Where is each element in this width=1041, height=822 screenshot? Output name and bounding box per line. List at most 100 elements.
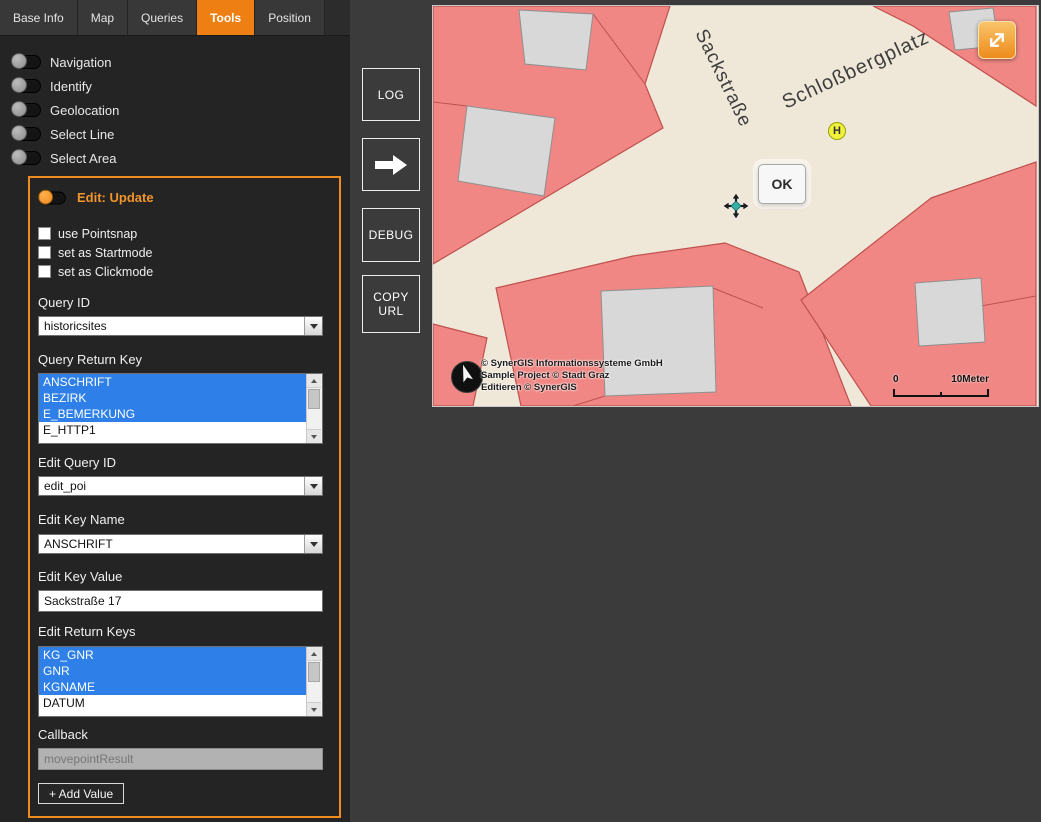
edit-key-value-label: Edit Key Value — [38, 569, 122, 584]
checkbox-row[interactable]: set as Startmode — [38, 243, 153, 262]
scale-distance-label: 10Meter — [951, 374, 989, 385]
listbox-option[interactable]: DATUM — [39, 695, 307, 711]
checkbox[interactable] — [38, 265, 51, 278]
edit-toggle-switch[interactable] — [39, 191, 66, 204]
toggle-knob-icon — [11, 149, 27, 165]
checkbox-list: use Pointsnap set as Startmode set as Cl… — [38, 224, 153, 281]
listbox-option[interactable]: KGNAME — [39, 679, 307, 695]
listbox-option[interactable]: E_HTTP1 — [39, 422, 307, 438]
tool-toggle-row[interactable]: Select Line — [12, 122, 119, 146]
execute-arrow-button[interactable] — [362, 138, 420, 191]
listbox-option[interactable]: E_BEMERKUNG — [39, 406, 307, 422]
query-return-key-listbox[interactable]: ANSCHRIFTBEZIRKE_BEMERKUNGE_HTTP1 — [38, 373, 323, 444]
attribution-line: Sample Project © Stadt Graz — [481, 370, 663, 382]
debug-button[interactable]: DEBUG — [362, 208, 420, 262]
tab[interactable]: Queries — [128, 0, 197, 35]
toggle-switch[interactable] — [12, 127, 41, 141]
toggle-knob-icon — [11, 77, 27, 93]
edit-key-value-input[interactable] — [38, 590, 323, 612]
scrollbar-thumb[interactable] — [308, 389, 320, 409]
edit-query-id-value: edit_poi — [39, 477, 304, 495]
edit-key-name-dropdown[interactable]: ANSCHRIFT — [38, 534, 323, 554]
tab-label: Tools — [210, 11, 241, 25]
checkbox-label: set as Clickmode — [58, 265, 153, 279]
edit-update-panel: Edit: Update use Pointsnap set as Startm… — [28, 176, 341, 818]
attribution-line: © SynerGIS Informationssysteme GmbH — [481, 358, 663, 370]
toggle-switch[interactable] — [12, 151, 41, 165]
listbox-option[interactable]: BEZIRK — [39, 390, 307, 406]
edit-key-name-value: ANSCHRIFT — [39, 535, 304, 553]
map-view[interactable]: Sackstraße Schloßbergplatz H OK — [432, 5, 1039, 407]
tool-label: Select Area — [50, 151, 117, 166]
callback-label: Callback — [38, 727, 88, 742]
callback-input — [38, 748, 323, 770]
checkbox[interactable] — [38, 246, 51, 259]
ok-button[interactable]: OK — [758, 164, 806, 204]
tool-label: Geolocation — [50, 103, 119, 118]
tab-label: Queries — [141, 11, 183, 25]
scrollbar[interactable] — [306, 647, 322, 716]
attribution-line: Editieren © SynerGIS — [481, 382, 663, 394]
edit-key-name-label: Edit Key Name — [38, 512, 125, 527]
toggle-knob-icon — [11, 101, 27, 117]
listbox-option[interactable]: ANSCHRIFT — [39, 374, 307, 390]
move-marker-icon[interactable] — [722, 192, 750, 220]
scroll-down-icon[interactable] — [307, 429, 321, 443]
h-poi-marker[interactable]: H — [828, 122, 846, 140]
query-id-value: historicsites — [39, 317, 304, 335]
dropdown-arrow-icon[interactable] — [304, 535, 322, 553]
listbox-items: KG_GNRGNRKGNAMEDATUM — [39, 647, 307, 716]
scrollbar[interactable] — [306, 374, 322, 443]
scrollbar-thumb[interactable] — [308, 662, 320, 682]
edit-panel-title: Edit: Update — [77, 190, 154, 205]
scroll-up-icon[interactable] — [307, 647, 321, 661]
listbox-option[interactable]: GNR — [39, 663, 307, 679]
listbox-option[interactable]: KG_GNR — [39, 647, 307, 663]
checkbox-label: use Pointsnap — [58, 227, 137, 241]
left-panel: Base Info Map Queries Tools Position — [0, 0, 350, 822]
tool-toggle-row[interactable]: Geolocation — [12, 98, 119, 122]
query-id-dropdown[interactable]: historicsites — [38, 316, 323, 336]
map-attribution: © SynerGIS Informationssysteme GmbH Samp… — [481, 358, 663, 394]
tab-label: Position — [268, 11, 311, 25]
scale-zero-label: 0 — [893, 374, 899, 385]
edit-query-id-dropdown[interactable]: edit_poi — [38, 476, 323, 496]
tab[interactable]: Position — [255, 0, 325, 35]
copy-url-button[interactable]: COPY URL — [362, 275, 420, 333]
tab[interactable]: Tools — [197, 0, 255, 35]
toggle-switch[interactable] — [12, 79, 41, 93]
log-button[interactable]: LOG — [362, 68, 420, 121]
checkbox-row[interactable]: set as Clickmode — [38, 262, 153, 281]
toggle-switch[interactable] — [12, 55, 41, 69]
scroll-down-icon[interactable] — [307, 702, 321, 716]
dropdown-arrow-icon[interactable] — [304, 477, 322, 495]
edit-return-keys-label: Edit Return Keys — [38, 624, 136, 639]
toggle-knob-icon — [11, 125, 27, 141]
tab[interactable]: Base Info — [0, 0, 78, 35]
tab-label: Base Info — [13, 11, 64, 25]
tool-label: Navigation — [50, 55, 111, 70]
toggle-knob-icon — [38, 189, 53, 204]
right-arrow-icon — [375, 154, 407, 176]
edit-panel-header: Edit: Update — [38, 190, 154, 205]
add-value-button[interactable]: + Add Value — [38, 783, 124, 804]
tool-toggle-row[interactable]: Navigation — [12, 50, 119, 74]
expand-button[interactable] — [978, 21, 1016, 59]
edit-query-id-label: Edit Query ID — [38, 455, 116, 470]
checkbox-row[interactable]: use Pointsnap — [38, 224, 153, 243]
app-window: Base Info Map Queries Tools Position — [0, 0, 1041, 822]
tab[interactable]: Map — [78, 0, 128, 35]
edit-return-keys-listbox[interactable]: KG_GNRGNRKGNAMEDATUM — [38, 646, 323, 717]
checkbox[interactable] — [38, 227, 51, 240]
dropdown-arrow-icon[interactable] — [304, 317, 322, 335]
tool-toggle-row[interactable]: Identify — [12, 74, 119, 98]
scroll-up-icon[interactable] — [307, 374, 321, 388]
tool-label: Select Line — [50, 127, 114, 142]
tool-label: Identify — [50, 79, 92, 94]
checkbox-label: set as Startmode — [58, 246, 153, 260]
diagonal-arrows-icon — [984, 27, 1010, 53]
scale-bar: 0 10Meter — [893, 374, 989, 403]
tool-toggle-row[interactable]: Select Area — [12, 146, 119, 170]
tab-bar: Base Info Map Queries Tools Position — [0, 0, 350, 36]
toggle-switch[interactable] — [12, 103, 41, 117]
